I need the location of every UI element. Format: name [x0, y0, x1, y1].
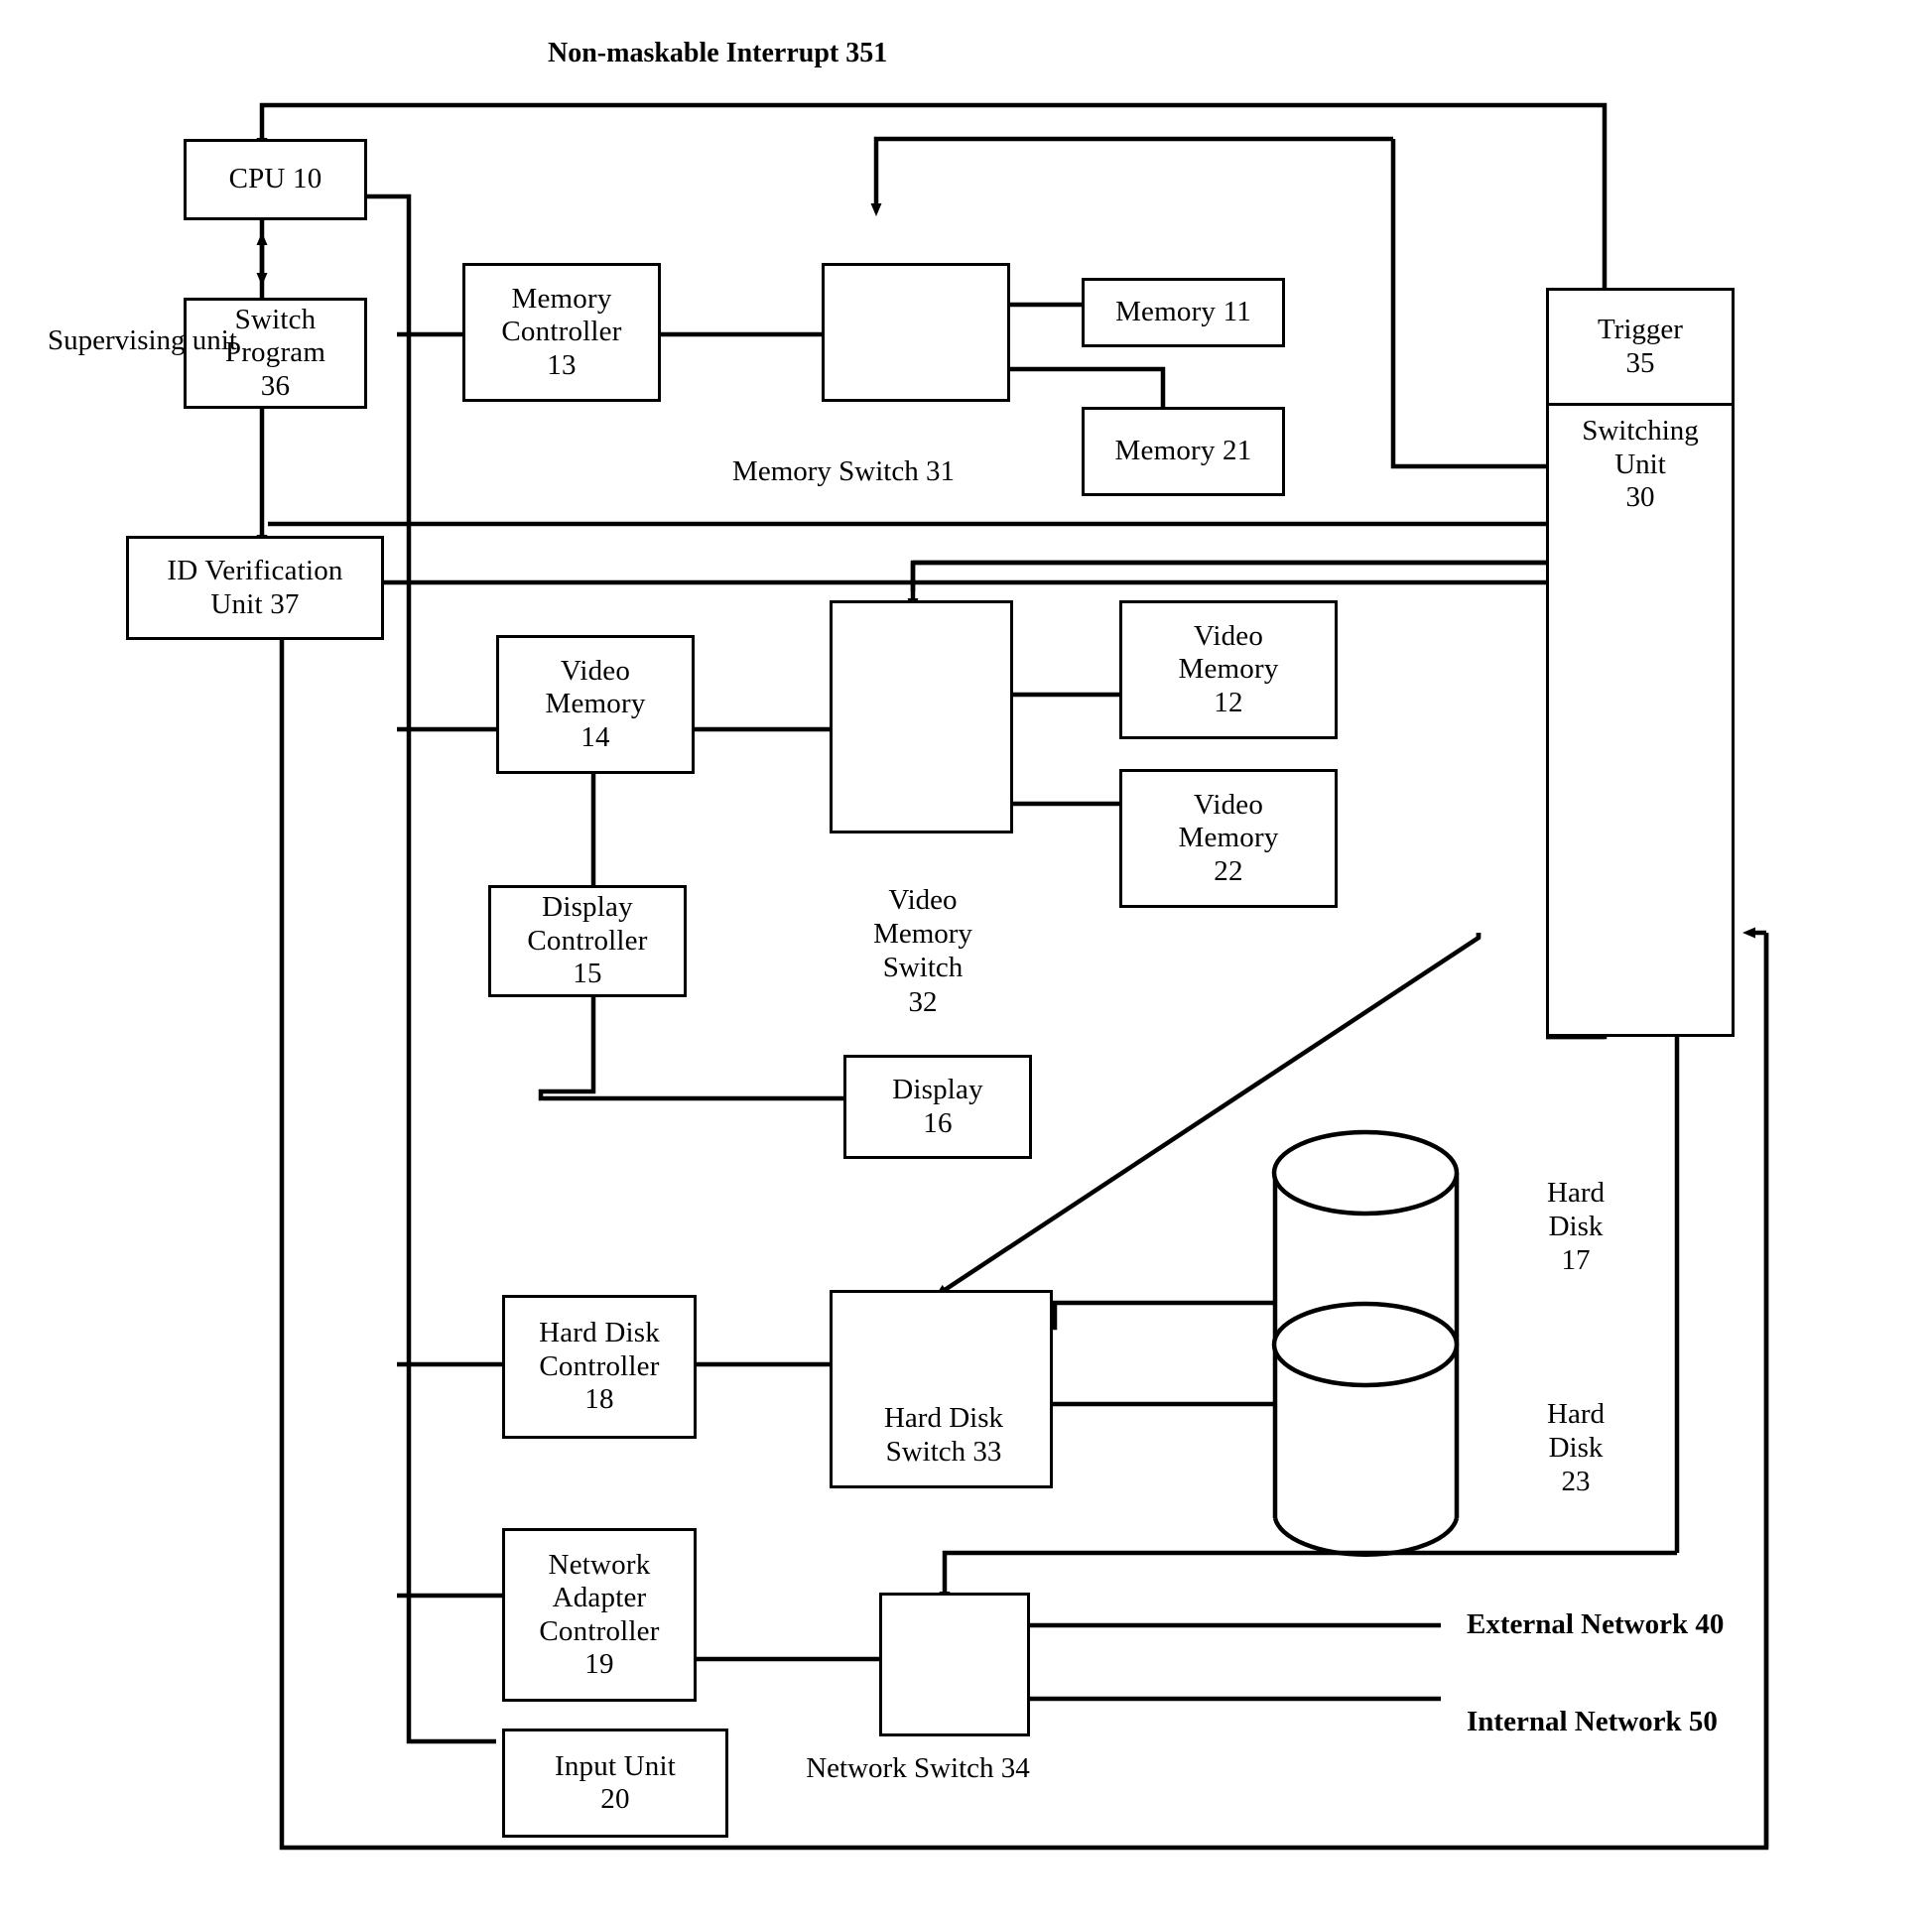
caption-hard-disk-switch-33: Hard Disk Switch 33 [883, 1402, 1003, 1469]
switching-unit-segment[interactable]: Switching Unit 30 [1549, 403, 1732, 527]
wire-control-to-networkswitch [939, 1550, 1677, 1604]
node-memory-21[interactable]: Memory 21 [1082, 407, 1285, 496]
node-cpu[interactable]: CPU 10 [184, 139, 367, 220]
node-video-memory-22-label: Video Memory 22 [1178, 788, 1279, 887]
hard-disk-cylinders [1271, 1129, 1460, 1557]
node-video-memory-14-label: Video Memory 14 [545, 654, 646, 753]
wire-switchingunit-to-memoryswitch-control [1390, 139, 1546, 469]
node-network-adapter-controller[interactable]: Network Adapter Controller 19 [502, 1528, 697, 1702]
node-input-unit-label: Input Unit 20 [554, 1749, 677, 1815]
caption-external-network-40: External Network 40 [1467, 1608, 1725, 1640]
node-memory-11[interactable]: Memory 11 [1082, 278, 1285, 347]
node-id-verification-unit-label: ID Verification Unit 37 [167, 555, 343, 620]
node-input-unit[interactable]: Input Unit 20 [502, 1729, 728, 1838]
caption-memory-switch-31: Memory Switch 31 [732, 455, 955, 487]
wire-nmi-351 [256, 102, 1608, 288]
node-switching-unit-label: Switching Unit 30 [1582, 415, 1699, 514]
node-id-verification-unit[interactable]: ID Verification Unit 37 [126, 536, 384, 640]
node-hard-disk-controller-label: Hard Disk Controller 18 [539, 1317, 660, 1416]
node-display-controller-label: Display Controller 15 [527, 891, 648, 990]
caption-hard-disk-17: Hard Disk 17 [1547, 1177, 1605, 1277]
caption-video-memory-switch-32: Video Memory Switch 32 [873, 884, 972, 1018]
node-display-16[interactable]: Display 16 [843, 1055, 1032, 1159]
switching-unit-assembly[interactable]: Trigger 35 Switching Unit 30 [1546, 288, 1735, 1037]
caption-non-maskable-interrupt: Non-maskable Interrupt 351 [548, 38, 888, 68]
video-memory-switch-box[interactable] [830, 600, 1013, 833]
node-video-memory-14[interactable]: Video Memory 14 [496, 635, 695, 774]
node-memory-11-label: Memory 11 [1115, 296, 1251, 328]
node-video-memory-12[interactable]: Video Memory 12 [1119, 600, 1338, 739]
trigger-segment[interactable]: Trigger 35 [1549, 291, 1732, 403]
node-switch-program-label: Switch Program 36 [224, 303, 326, 402]
network-switch-box[interactable] [879, 1593, 1030, 1736]
node-trigger-label: Trigger 35 [1598, 314, 1683, 379]
node-network-adapter-controller-label: Network Adapter Controller 19 [539, 1548, 660, 1680]
patent-block-diagram: CPU 10 Switch Program 36 ID Verification… [0, 0, 1932, 1922]
caption-network-switch-34: Network Switch 34 [806, 1752, 1030, 1784]
node-hard-disk-controller[interactable]: Hard Disk Controller 18 [502, 1295, 697, 1439]
node-memory-controller[interactable]: Memory Controller 13 [462, 263, 661, 402]
node-video-memory-12-label: Video Memory 12 [1178, 619, 1279, 718]
caption-supervising-unit: Supervising unit [48, 324, 237, 356]
node-video-memory-22[interactable]: Video Memory 22 [1119, 769, 1338, 908]
caption-internal-network-50: Internal Network 50 [1467, 1706, 1718, 1737]
node-memory-controller-label: Memory Controller 13 [501, 282, 622, 381]
node-display-16-label: Display 16 [892, 1074, 983, 1139]
wire-cpu-bus-vertical [275, 193, 496, 1744]
wire-bus-line-2 [910, 560, 1546, 591]
wire-control-to-memoryswitch [870, 136, 1393, 216]
caption-hard-disk-23: Hard Disk 23 [1547, 1398, 1605, 1498]
node-cpu-label: CPU 10 [228, 163, 322, 195]
node-display-controller[interactable]: Display Controller 15 [488, 885, 687, 997]
memory-switch-box[interactable] [822, 263, 1010, 402]
node-memory-21-label: Memory 21 [1114, 435, 1252, 467]
